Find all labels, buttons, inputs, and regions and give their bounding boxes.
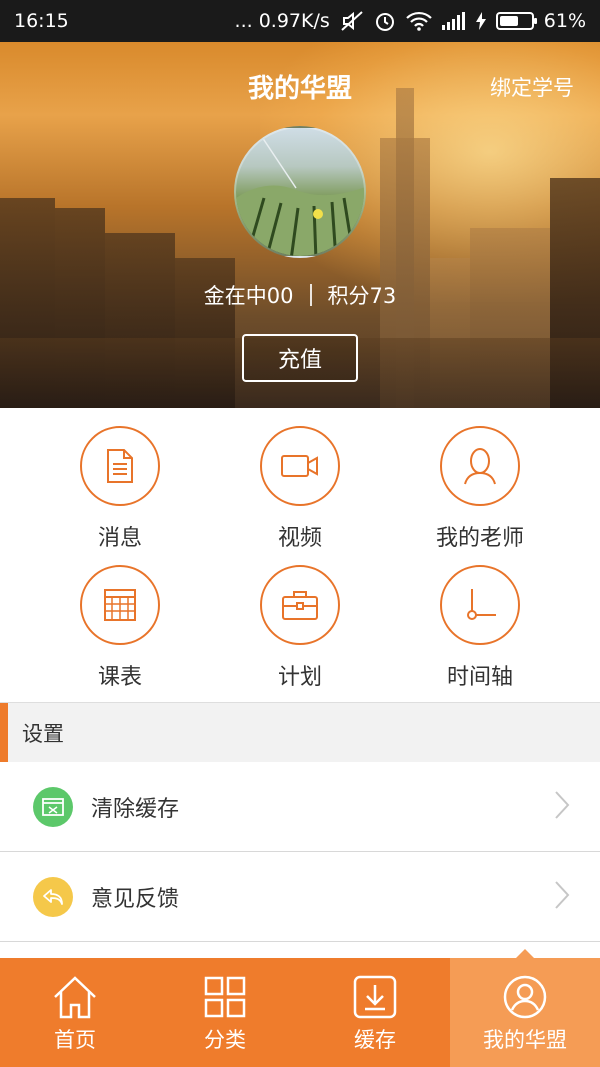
points: 积分73 xyxy=(327,284,397,308)
grid-item-label: 消息 xyxy=(97,526,142,551)
tab-label: 缓存 xyxy=(354,1027,396,1052)
chevron-right-icon xyxy=(554,790,570,824)
status-bar: 16:15 ... 0.97K/s 61% xyxy=(0,0,600,42)
charging-icon xyxy=(475,12,486,30)
wifi-icon xyxy=(405,11,432,31)
feedback-row[interactable]: 意见反馈 xyxy=(0,852,600,942)
grid-item-plan[interactable]: 计划 xyxy=(210,565,390,691)
network-speed: ... 0.97K/s xyxy=(234,10,330,32)
grid-item-my-teacher[interactable]: 我的老师 xyxy=(390,426,570,552)
grid-item-label: 视频 xyxy=(277,526,322,551)
grid-item-label: 计划 xyxy=(277,665,322,690)
list-item-label: 意见反馈 xyxy=(91,886,180,912)
bottom-tab-bar: 首页 分类 缓存 我的华盟 xyxy=(0,958,600,1067)
tab-category[interactable]: 分类 xyxy=(150,958,300,1067)
alarm-icon xyxy=(374,10,396,32)
mute-icon xyxy=(340,10,364,32)
briefcase-icon xyxy=(260,565,340,645)
grid-item-label: 我的老师 xyxy=(435,526,524,551)
signal-icon xyxy=(441,12,466,30)
battery-percent: 61% xyxy=(543,10,586,32)
clock-icon xyxy=(440,565,520,645)
list-item-label: 清除缓存 xyxy=(91,796,180,822)
grid-item-messages[interactable]: 消息 xyxy=(30,426,210,552)
grid-item-timeline[interactable]: 时间轴 xyxy=(390,565,570,691)
settings-section-header: 设置 xyxy=(0,702,600,763)
battery-icon xyxy=(495,12,537,30)
document-icon xyxy=(80,426,160,506)
tab-home[interactable]: 首页 xyxy=(0,958,150,1067)
recharge-button[interactable]: 充值 xyxy=(242,334,358,382)
profile-header: 我的华盟 绑定学号 金在中00 积分73 充值 xyxy=(0,42,600,408)
tab-my-huameng[interactable]: 我的华盟 xyxy=(450,958,600,1067)
chevron-right-icon xyxy=(554,880,570,914)
person-icon xyxy=(440,426,520,506)
home-icon xyxy=(52,972,98,1022)
clear-cache-row[interactable]: 清除缓存 xyxy=(0,762,600,852)
video-camera-icon xyxy=(260,426,340,506)
user-profile-icon xyxy=(502,972,548,1022)
clear-cache-icon xyxy=(33,786,73,827)
section-title: 设置 xyxy=(22,721,64,746)
tab-label: 我的华盟 xyxy=(483,1027,567,1052)
grid-item-label: 课表 xyxy=(97,665,142,690)
avatar[interactable] xyxy=(234,126,366,258)
tab-label: 首页 xyxy=(54,1027,96,1052)
grid-item-timetable[interactable]: 课表 xyxy=(30,565,210,691)
bind-student-id-link[interactable]: 绑定学号 xyxy=(490,72,574,102)
username: 金在中00 xyxy=(203,284,294,308)
tab-label: 分类 xyxy=(204,1027,246,1052)
category-grid-icon xyxy=(204,972,246,1022)
download-icon xyxy=(353,972,397,1022)
feedback-icon xyxy=(33,876,73,917)
accent-bar xyxy=(0,702,8,763)
divider xyxy=(309,284,312,306)
status-time: 16:15 xyxy=(14,10,69,32)
function-grid: 消息 视频 我的老师 课表 计划 时间轴 xyxy=(0,408,600,702)
tab-cache[interactable]: 缓存 xyxy=(300,958,450,1067)
timetable-icon xyxy=(80,565,160,645)
grid-item-label: 时间轴 xyxy=(446,665,513,690)
user-info: 金在中00 积分73 xyxy=(0,280,600,310)
grid-item-video[interactable]: 视频 xyxy=(210,426,390,552)
